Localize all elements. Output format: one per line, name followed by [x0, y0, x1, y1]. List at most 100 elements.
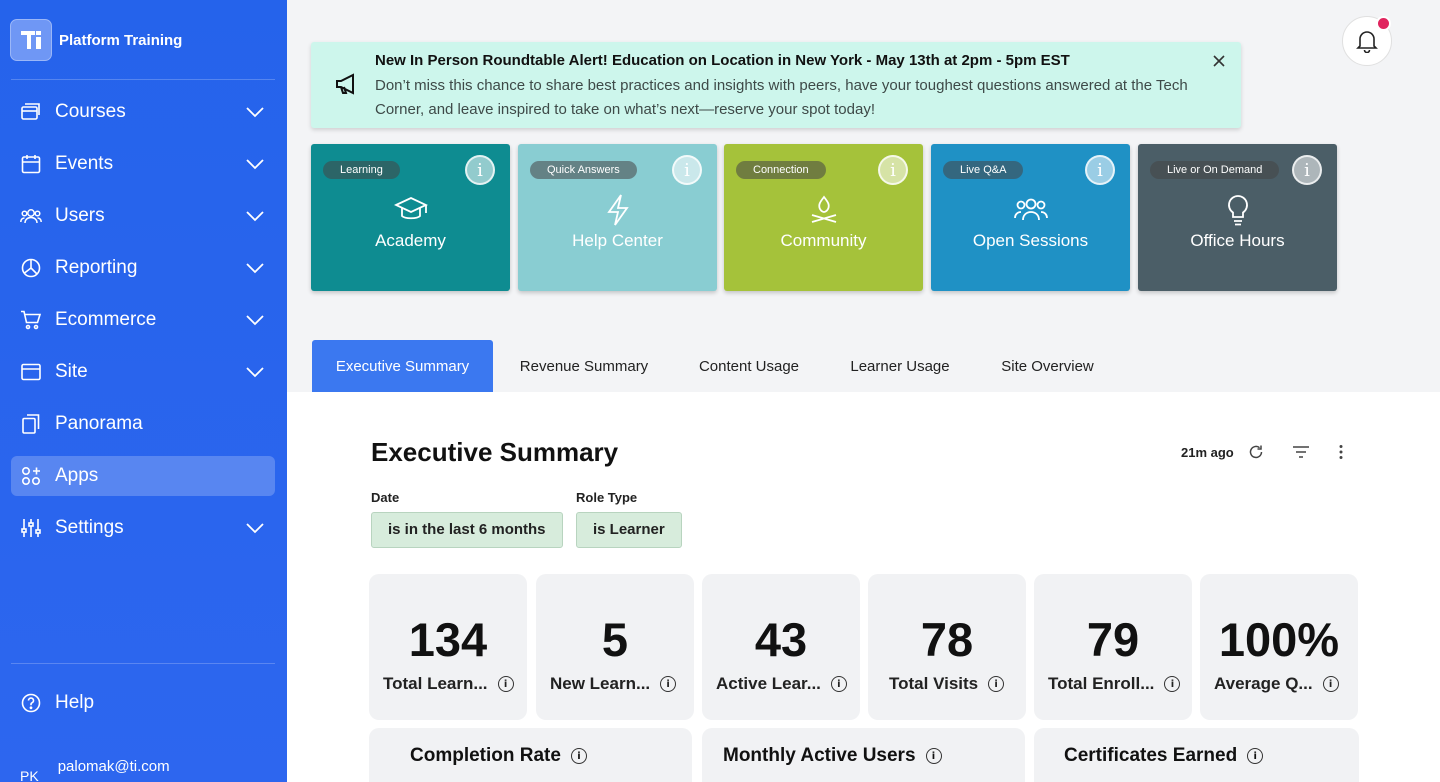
cart-icon — [20, 309, 42, 331]
filter-chip-date[interactable]: is in the last 6 months — [371, 512, 563, 548]
sidebar-divider — [11, 79, 275, 80]
notification-dot — [1376, 16, 1391, 31]
brand[interactable]: Platform Training — [10, 19, 182, 61]
help-link[interactable]: Help — [11, 683, 275, 723]
app-card-open-sessions[interactable]: Live Q&A i Open Sessions — [931, 144, 1130, 291]
panel-title-wrap: Certificates Earned i — [1064, 745, 1264, 767]
app-card-community[interactable]: Connection i Community — [724, 144, 923, 291]
tab-revenue-summary[interactable]: Revenue Summary — [503, 340, 665, 392]
stat-card-new-learners[interactable]: 5 New Learn... i — [536, 574, 694, 720]
notifications-button[interactable] — [1342, 16, 1392, 66]
card-badge: Quick Answers — [530, 161, 637, 179]
sidebar-item-panorama[interactable]: Panorama — [11, 404, 275, 444]
chevron-down-icon[interactable] — [245, 103, 265, 121]
sidebar-item-site[interactable]: Site — [11, 352, 275, 392]
stat-label-wrap: Active Lear... i — [716, 674, 847, 694]
info-icon[interactable]: i — [1247, 748, 1264, 764]
stat-value: 43 — [754, 613, 808, 666]
stat-label: Total Enroll... — [1048, 674, 1155, 693]
info-icon[interactable]: i — [1085, 155, 1115, 185]
stat-value: 79 — [1086, 613, 1140, 666]
sidebar-item-apps[interactable]: Apps — [11, 456, 275, 496]
refresh-icon[interactable] — [1248, 444, 1264, 460]
info-icon[interactable]: i — [570, 748, 587, 764]
help-icon — [20, 692, 42, 714]
user-profile[interactable]: PK palomak@ti.com — [20, 758, 170, 782]
users-icon — [1013, 198, 1048, 221]
sidebar-item-ecommerce[interactable]: Ecommerce — [11, 300, 275, 340]
sidebar-item-users[interactable]: Users — [11, 196, 275, 236]
panel-completion-rate: Completion Rate i — [369, 728, 692, 782]
sidebar-item-events[interactable]: Events — [11, 144, 275, 184]
page-title: Executive Summary — [371, 437, 619, 467]
info-icon[interactable]: i — [1322, 676, 1339, 692]
info-icon[interactable]: i — [988, 676, 1005, 692]
chevron-down-icon[interactable] — [245, 363, 265, 381]
info-icon[interactable]: i — [497, 676, 514, 692]
app-card-office-hours[interactable]: Live or On Demand i Office Hours — [1138, 144, 1337, 291]
close-icon[interactable] — [1211, 53, 1227, 69]
bell-icon — [1356, 31, 1378, 53]
card-badge: Live Q&A — [943, 161, 1024, 179]
info-icon[interactable]: i — [1292, 155, 1322, 185]
card-label: Office Hours — [1190, 231, 1285, 250]
info-icon[interactable]: i — [672, 155, 702, 185]
info-icon[interactable]: i — [660, 676, 677, 692]
stat-card-total-visits[interactable]: 78 Total Visits i — [868, 574, 1026, 720]
lightbulb-icon — [1227, 195, 1248, 226]
filter-label-date: Date — [371, 490, 400, 505]
chevron-down-icon[interactable] — [245, 259, 265, 277]
stat-label: New Learn... — [550, 674, 651, 693]
tab-executive-summary[interactable]: Executive Summary — [312, 340, 493, 392]
campfire-icon — [811, 195, 836, 223]
sidebar-item-settings[interactable]: Settings — [11, 508, 275, 548]
card-badge: Live or On Demand — [1150, 161, 1280, 179]
tab-site-overview[interactable]: Site Overview — [983, 340, 1112, 392]
sidebar: Platform Training Courses Events Users R… — [0, 0, 287, 782]
tab-learner-usage[interactable]: Learner Usage — [832, 340, 968, 392]
app-card-academy[interactable]: Learning i Academy — [311, 144, 510, 291]
sidebar-item-reporting[interactable]: Reporting — [11, 248, 275, 288]
calendar-icon — [20, 153, 42, 175]
stat-card-total-learners[interactable]: 134 Total Learn... i — [369, 574, 527, 720]
filter-label-role-type: Role Type — [576, 490, 638, 505]
users-icon — [20, 205, 42, 227]
sidebar-item-label: Users — [55, 205, 105, 226]
tab-content-usage[interactable]: Content Usage — [680, 340, 818, 392]
sliders-icon — [20, 517, 42, 539]
chevron-down-icon[interactable] — [245, 519, 265, 537]
stat-card-total-enrollments[interactable]: 79 Total Enroll... i — [1034, 574, 1192, 720]
sidebar-item-label: Courses — [55, 101, 126, 122]
chevron-down-icon[interactable] — [245, 207, 265, 225]
sidebar-item-label: Settings — [55, 517, 124, 538]
sidebar-item-courses[interactable]: Courses — [11, 92, 275, 132]
info-icon[interactable]: i — [465, 155, 495, 185]
banner-text: Don’t miss this chance to share best pra… — [375, 77, 1188, 118]
stat-label: Total Visits — [889, 674, 979, 693]
chevron-down-icon[interactable] — [245, 311, 265, 329]
info-icon[interactable]: i — [830, 676, 847, 692]
info-icon[interactable]: i — [878, 155, 908, 185]
announcement-banner: New In Person Roundtable Alert! Educatio… — [311, 42, 1241, 128]
brand-logo-icon — [10, 19, 52, 61]
stat-card-active-learners[interactable]: 43 Active Lear... i — [702, 574, 860, 720]
card-badge: Learning — [323, 161, 400, 179]
card-label: Help Center — [572, 231, 663, 250]
card-label: Community — [780, 231, 867, 250]
sidebar-item-label: Events — [55, 153, 114, 174]
sidebar-item-label: Reporting — [55, 257, 138, 278]
panel-title: Monthly Active Users — [723, 745, 916, 766]
stat-label-wrap: New Learn... i — [550, 674, 677, 694]
filter-chip-role-type[interactable]: is Learner — [576, 512, 682, 548]
panel-certificates-earned: Certificates Earned i — [1034, 728, 1359, 782]
filter-icon[interactable] — [1292, 445, 1310, 459]
sidebar-item-label: Panorama — [55, 413, 143, 434]
sidebar-item-label: Ecommerce — [55, 309, 157, 330]
stat-card-average-quiz[interactable]: 100% Average Q... i — [1200, 574, 1358, 720]
info-icon[interactable]: i — [925, 748, 942, 764]
app-card-help-center[interactable]: Quick Answers i Help Center — [518, 144, 717, 291]
info-icon[interactable]: i — [1164, 676, 1181, 692]
more-vertical-icon[interactable] — [1338, 444, 1344, 460]
stat-value: 78 — [920, 613, 974, 666]
chevron-down-icon[interactable] — [245, 155, 265, 173]
